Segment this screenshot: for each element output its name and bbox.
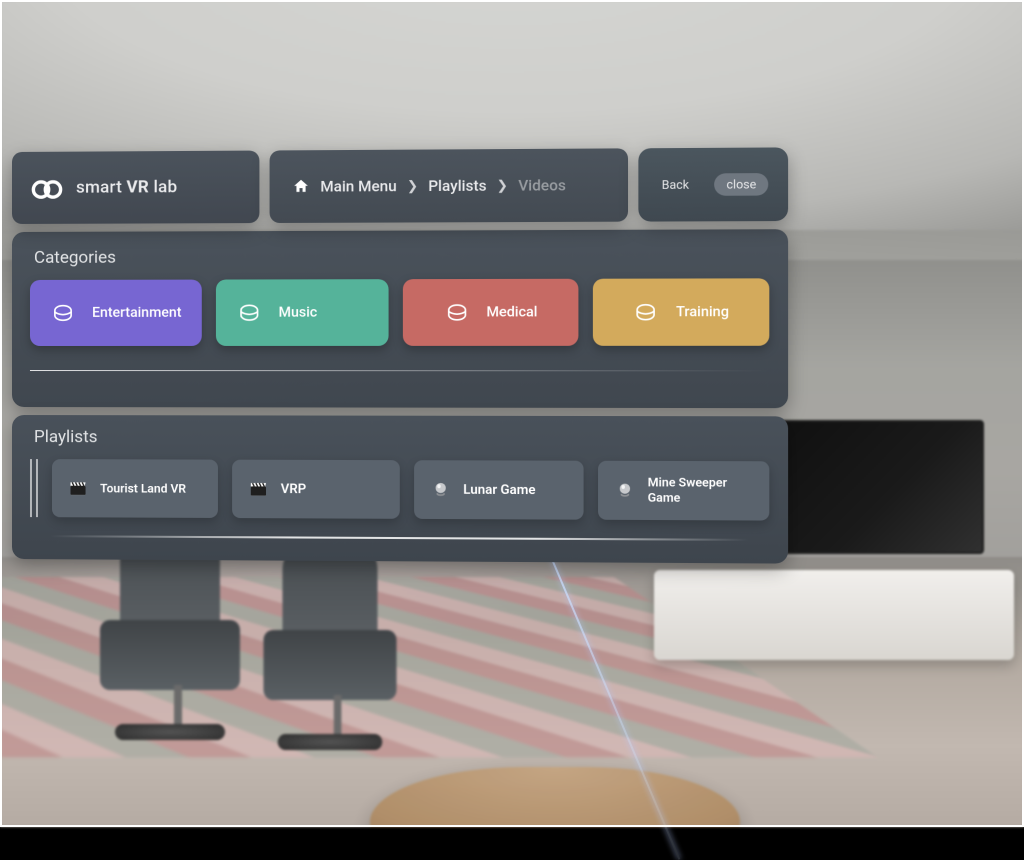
playlist-lunar-game[interactable]: Lunar Game [414,460,583,519]
category-medical[interactable]: Medical [403,279,578,346]
brand-card[interactable]: smart VR lab [12,151,259,224]
playlist-label: Mine SweeperGame [648,475,727,506]
chevron-right-icon: ❯ [497,178,508,193]
window-actions: Back close [638,147,788,221]
breadcrumb-item-playlists[interactable]: Playlists ❯ [428,176,508,195]
breadcrumb-home-label: Main Menu [320,177,396,196]
brand-name: smart VR lab [76,177,177,198]
category-entertainment[interactable]: Entertainment [30,280,202,346]
category-label: Medical [486,304,537,320]
category-label: Training [676,304,729,320]
clapper-icon [248,479,268,499]
playlists-section: Playlists Tourist Land VR VRP Lunar Game [12,415,788,564]
category-music[interactable]: Music [216,279,389,346]
playlist-label: Lunar Game [463,482,535,497]
playlist-label: VRP [281,481,306,496]
playlist-tourist-land-vr[interactable]: Tourist Land VR [52,459,218,518]
playlist-vrp[interactable]: VRP [232,460,400,519]
chevron-right-icon: ❯ [407,178,418,193]
category-icon [50,302,76,324]
breadcrumb-item-videos[interactable]: Videos [518,176,566,195]
playlists-title: Playlists [34,427,765,449]
category-icon [236,302,262,324]
categories-title: Categories [34,246,765,268]
brand-logo-icon [30,171,64,205]
section-divider [50,535,748,541]
breadcrumb-home[interactable]: Main Menu ❯ [320,177,418,196]
section-divider [30,370,769,371]
category-label: Music [279,305,318,321]
close-button[interactable]: close [714,173,769,196]
playlist-mine-sweeper-game[interactable]: Mine SweeperGame [598,461,769,521]
category-training[interactable]: Training [592,278,769,346]
back-button[interactable]: Back [658,173,694,196]
category-icon [633,301,660,323]
clapper-icon [68,478,88,498]
scroll-handle-left[interactable] [30,459,38,517]
vr-menu-panel: smart VR lab Main Menu ❯ Playlists ❯ Vid… [12,147,788,563]
breadcrumb: Main Menu ❯ Playlists ❯ Videos [270,148,628,223]
home-icon [292,177,310,195]
breadcrumb-item-label: Playlists [428,177,486,196]
categories-section: Categories Entertainment Music Medical T… [12,229,788,408]
breadcrumb-item-label: Videos [518,176,566,195]
orb-icon [430,479,450,499]
playlist-label: Tourist Land VR [100,481,186,496]
category-icon [443,301,470,323]
orb-icon [615,480,636,500]
category-label: Entertainment [92,305,181,321]
